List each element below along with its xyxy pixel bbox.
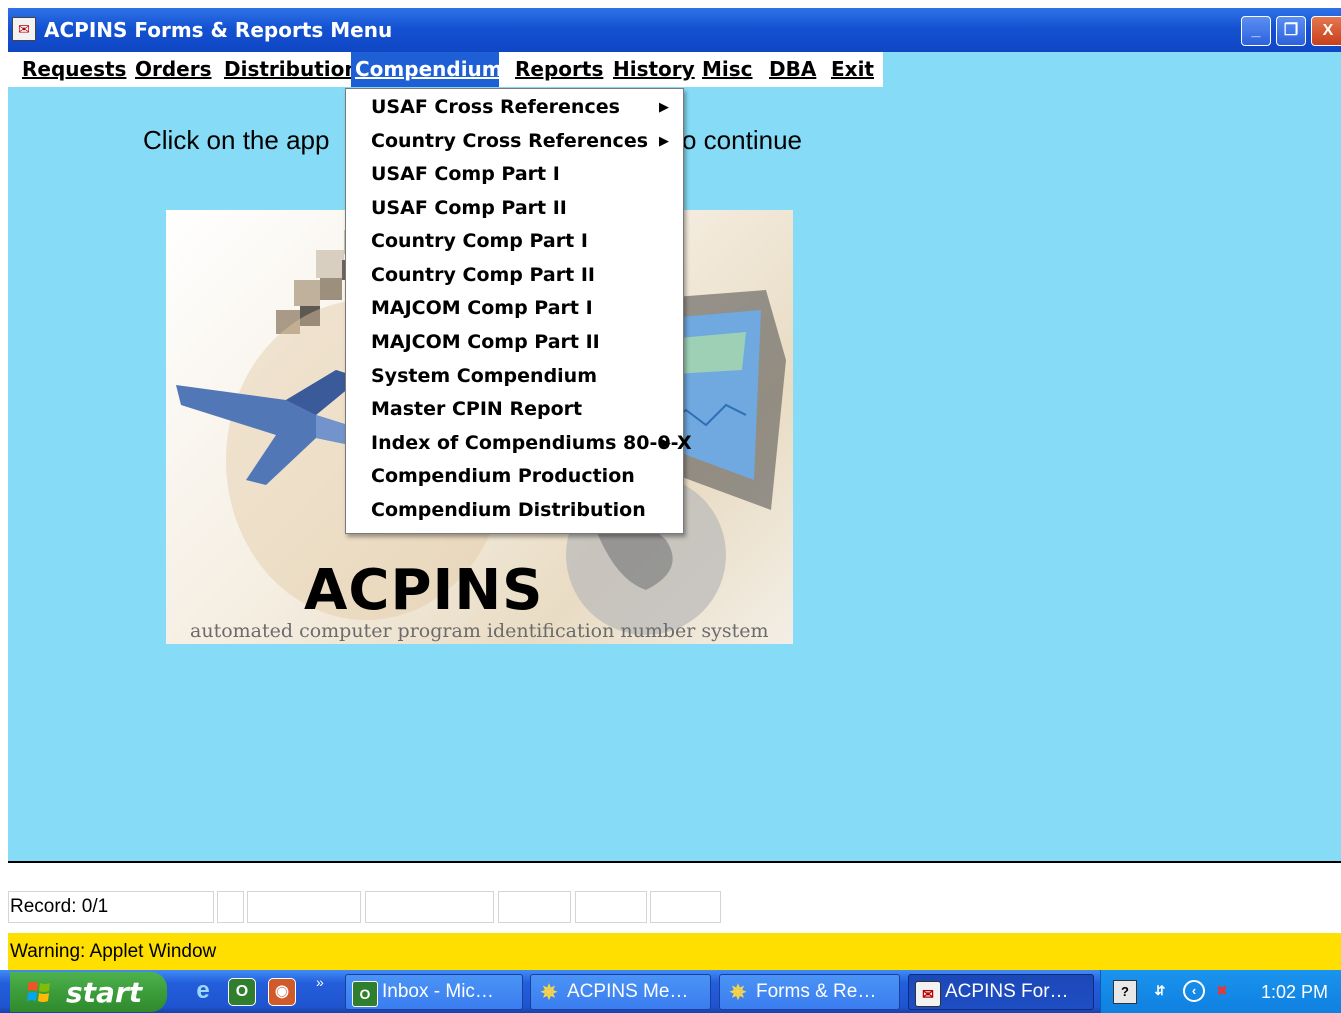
instruction-text-tail: o continue (682, 125, 802, 156)
security-alert-icon[interactable]: ✖ (1211, 980, 1233, 1002)
dropdown-item-country-comp-part-2[interactable]: Country Comp Part II (346, 259, 683, 292)
start-button[interactable]: start (10, 972, 167, 1012)
applet-icon: ✵ (729, 982, 747, 1004)
dropdown-item-label: USAF Cross References (371, 96, 620, 118)
status-bar: Record: 0/1 Warning: Applet Window (8, 863, 1341, 970)
menu-reports[interactable]: Reports (511, 52, 607, 87)
menu-misc[interactable]: Misc (698, 52, 757, 87)
outlook-quicklaunch-icon[interactable]: O (228, 978, 256, 1006)
dropdown-item-usaf-comp-part-2[interactable]: USAF Comp Part II (346, 192, 683, 225)
maximize-button[interactable]: ❐ (1276, 16, 1306, 46)
menu-bar: Requests Orders Distribution Compendiums… (8, 52, 883, 87)
status-cell (247, 891, 361, 923)
dropdown-item-compendium-distribution[interactable]: Compendium Distribution (346, 494, 683, 527)
instruction-text-left: Click on the app (143, 125, 330, 155)
tray-expand-icon[interactable]: ‹ (1183, 980, 1205, 1002)
dropdown-item-index-of-compendiums[interactable]: Index of Compendiums 80-0-X ▶ (346, 427, 692, 460)
task-button-acpins-forms[interactable]: ✉ ACPINS For… (908, 974, 1094, 1010)
windows-logo-icon (27, 982, 50, 1002)
menu-requests[interactable]: Requests (18, 52, 130, 87)
dropdown-item-usaf-cross-references[interactable]: USAF Cross References ▶ (346, 91, 683, 124)
status-cell (650, 891, 721, 923)
start-label: start (66, 976, 143, 1009)
dropdown-item-country-comp-part-1[interactable]: Country Comp Part I (346, 225, 683, 258)
applet-icon: ✵ (540, 982, 558, 1004)
dropdown-item-compendium-production[interactable]: Compendium Production (346, 460, 683, 493)
task-label: ACPINS Me… (567, 981, 689, 1002)
dropdown-item-label: Country Cross References (371, 130, 649, 152)
system-tray: ? ⇵ ‹ ✖ 1:02 PM (1100, 970, 1341, 1013)
task-button-inbox[interactable]: O Inbox - Mic… (345, 974, 523, 1010)
clock: 1:02 PM (1261, 982, 1329, 1002)
status-cell (365, 891, 494, 923)
outlook-icon: O (352, 981, 378, 1007)
close-button[interactable]: X (1311, 16, 1341, 46)
app-icon: ✉ (915, 981, 941, 1007)
record-counter: Record: 0/1 (10, 896, 109, 917)
menu-orders[interactable]: Orders (131, 52, 216, 87)
dropdown-item-majcom-comp-part-2[interactable]: MAJCOM Comp Part II (346, 326, 683, 359)
instruction-text-right: o continue (682, 125, 802, 155)
media-quicklaunch-icon[interactable]: ◉ (268, 978, 296, 1006)
quicklaunch-overflow-icon[interactable]: » (316, 974, 324, 990)
taskbar: start e O ◉ » O Inbox - Mic… ✵ ACPINS Me… (0, 970, 1341, 1013)
task-button-forms-reports[interactable]: ✵ Forms & Re… (719, 974, 900, 1010)
menu-compendiums[interactable]: Compendiums (351, 52, 515, 87)
instruction-text: Click on the app (143, 125, 329, 156)
title-bar[interactable]: ✉ ACPINS Forms & Reports Menu _ ❐ X (8, 8, 1341, 52)
status-cell (498, 891, 571, 923)
submenu-arrow-icon: ▶ (659, 100, 669, 115)
dropdown-item-label: Index of Compendiums 80-0-X (371, 432, 692, 454)
submenu-arrow-icon: ▶ (659, 134, 669, 149)
menu-exit[interactable]: Exit (827, 52, 878, 87)
task-button-acpins-menu[interactable]: ✵ ACPINS Me… (530, 974, 711, 1010)
task-label: Forms & Re… (756, 981, 877, 1002)
submenu-arrow-icon: ▶ (661, 436, 671, 451)
compendiums-dropdown-menu: USAF Cross References ▶ Country Cross Re… (345, 88, 692, 534)
window-title: ACPINS Forms & Reports Menu (44, 18, 393, 42)
task-label: ACPINS For… (945, 981, 1069, 1002)
task-label: Inbox - Mic… (382, 981, 494, 1002)
dropdown-item-system-compendium[interactable]: System Compendium (346, 360, 683, 393)
menu-history[interactable]: History (609, 52, 699, 87)
splash-tagline: automated computer program identificatio… (190, 620, 769, 642)
minimize-button[interactable]: _ (1241, 16, 1271, 46)
menu-distribution[interactable]: Distribution (220, 52, 363, 87)
status-cell (575, 891, 647, 923)
help-icon[interactable]: ? (1113, 980, 1137, 1004)
app-icon[interactable]: ✉ (12, 17, 36, 41)
dropdown-item-usaf-comp-part-1[interactable]: USAF Comp Part I (346, 158, 683, 191)
network-icon[interactable]: ⇵ (1149, 980, 1171, 1002)
status-cell (217, 891, 244, 923)
internet-explorer-icon[interactable]: e (190, 978, 216, 1004)
app-window: ✉ ACPINS Forms & Reports Menu _ ❐ X Requ… (8, 8, 1341, 970)
applet-warning-text: Warning: Applet Window (10, 941, 217, 962)
dropdown-item-master-cpin-report[interactable]: Master CPIN Report (346, 393, 683, 426)
menu-dba[interactable]: DBA (765, 52, 820, 87)
dropdown-item-majcom-comp-part-1[interactable]: MAJCOM Comp Part I (346, 292, 683, 325)
splash-logo-word: ACPINS (304, 558, 544, 623)
dropdown-item-country-cross-references[interactable]: Country Cross References ▶ (346, 125, 683, 158)
applet-warning-bar: Warning: Applet Window (8, 933, 1341, 970)
